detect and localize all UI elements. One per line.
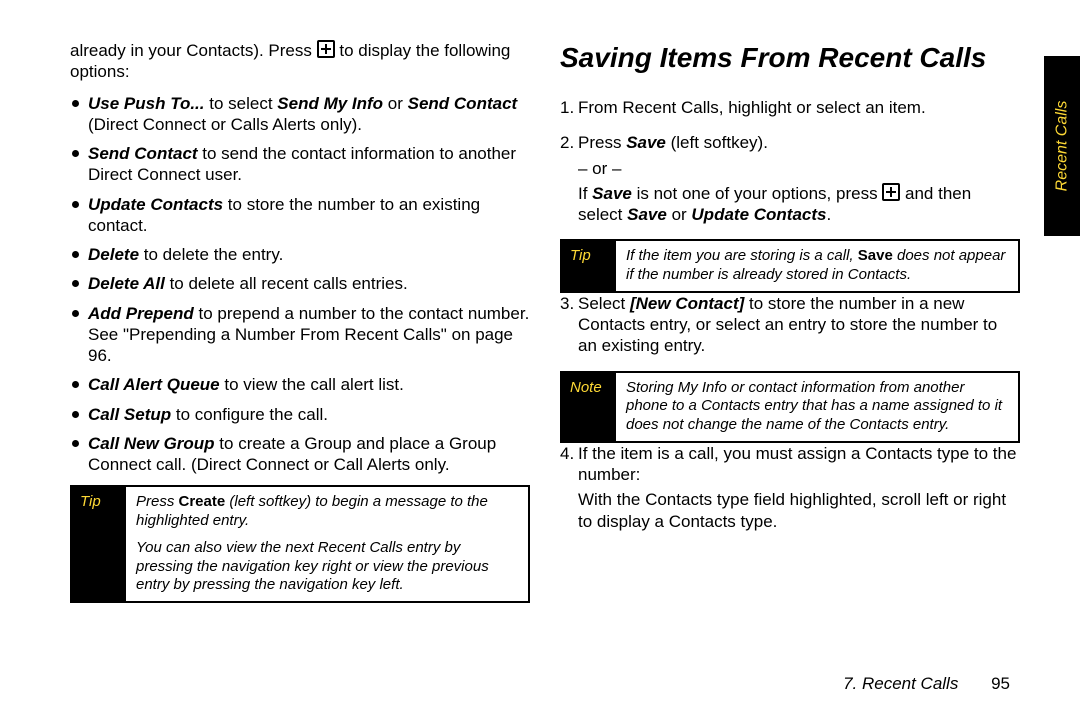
tip-tag: Tip: [72, 487, 126, 601]
option-term: Call New Group: [88, 434, 215, 453]
section-title: Saving Items From Recent Calls: [560, 40, 1020, 75]
txt: (left softkey).: [666, 133, 768, 152]
steps-list-cont: Select [New Contact] to store the number…: [560, 293, 1020, 357]
tip-tag: Tip: [562, 241, 616, 291]
option-text: or: [383, 94, 408, 113]
list-item: Update Contacts to store the number to a…: [88, 194, 530, 237]
menu-icon: [882, 183, 900, 201]
footer-page-number: 95: [991, 674, 1010, 693]
txt: is not one of your options, press: [632, 184, 882, 203]
note-box: Note Storing My Info or contact informat…: [560, 371, 1020, 443]
txt: Press: [578, 133, 626, 152]
tip-body: If the item you are storing is a call, S…: [616, 241, 1018, 291]
option-text: to configure the call.: [171, 405, 328, 424]
note-body: Storing My Info or contact information f…: [616, 373, 1018, 441]
option-text: to delete all recent calls entries.: [165, 274, 408, 293]
step-item: Press Save (left softkey). – or – If Sav…: [578, 132, 1020, 225]
content-columns: already in your Contacts). Press to disp…: [70, 40, 1020, 603]
option-text: to view the call alert list.: [220, 375, 404, 394]
list-item: Call Setup to configure the call.: [88, 404, 530, 425]
option-term: Send My Info: [277, 94, 383, 113]
tip-text: Press: [136, 493, 179, 510]
option-text: to select: [205, 94, 278, 113]
menu-icon: [317, 40, 335, 58]
bold: Save: [626, 133, 666, 152]
bold: Save: [592, 184, 632, 203]
option-term: Call Alert Queue: [88, 375, 220, 394]
txt: Select: [578, 294, 630, 313]
intro-text: already in your Contacts). Press to disp…: [70, 40, 530, 83]
step-text: If the item is a call, you must assign a…: [578, 444, 1016, 484]
tip-bold: Create: [179, 493, 226, 510]
list-item: Use Push To... to select Send My Info or…: [88, 93, 530, 136]
bold: [New Contact]: [630, 294, 744, 313]
option-term: Update Contacts: [88, 195, 223, 214]
step-text: With the Contacts type field highlighted…: [578, 489, 1020, 532]
side-tab-label: Recent Calls: [1052, 101, 1072, 192]
option-term: Send Contact: [408, 94, 518, 113]
option-term: Call Setup: [88, 405, 171, 424]
list-item: Send Contact to send the contact informa…: [88, 143, 530, 186]
tip-body: Press Create (left softkey) to begin a m…: [126, 487, 528, 601]
step-text: From Recent Calls, highlight or select a…: [578, 98, 926, 117]
left-column: already in your Contacts). Press to disp…: [70, 40, 530, 603]
option-text: to delete the entry.: [139, 245, 283, 264]
page: Recent Calls already in your Contacts). …: [0, 0, 1080, 720]
txt: .: [826, 205, 831, 224]
option-term: Add Prepend: [88, 304, 194, 323]
option-term: Send Contact: [88, 144, 198, 163]
tip-line: Press Create (left softkey) to begin a m…: [136, 493, 518, 531]
intro-prefix: already in your Contacts). Press: [70, 41, 317, 60]
steps-list: From Recent Calls, highlight or select a…: [560, 97, 1020, 225]
footer-chapter: 7. Recent Calls: [843, 674, 958, 693]
option-text: (Direct Connect or Calls Alerts only).: [88, 115, 362, 134]
option-term: Delete: [88, 245, 139, 264]
tip-box: Tip If the item you are storing is a cal…: [560, 239, 1020, 293]
list-item: Call New Group to create a Group and pla…: [88, 433, 530, 476]
txt: If: [578, 184, 592, 203]
side-tab-recent-calls: Recent Calls: [1044, 56, 1080, 236]
options-list: Use Push To... to select Send My Info or…: [70, 93, 530, 476]
tip-box: Tip Press Create (left softkey) to begin…: [70, 485, 530, 603]
right-column: Saving Items From Recent Calls From Rece…: [560, 40, 1020, 603]
txt: or: [667, 205, 692, 224]
option-term: Delete All: [88, 274, 165, 293]
step-text: Press Save (left softkey).: [578, 133, 768, 152]
bold: Update Contacts: [691, 205, 826, 224]
steps-list-cont2: If the item is a call, you must assign a…: [560, 443, 1020, 532]
tip-text: If the item you are storing is a call,: [626, 247, 858, 264]
note-line: Storing My Info or contact information f…: [626, 379, 1008, 435]
step-or: – or –: [578, 158, 1020, 179]
step-item: If the item is a call, you must assign a…: [578, 443, 1020, 532]
page-footer: 7. Recent Calls 95: [843, 673, 1010, 694]
bold: Save: [627, 205, 667, 224]
note-tag: Note: [562, 373, 616, 441]
step-text: If Save is not one of your options, pres…: [578, 183, 1020, 226]
tip-line: If the item you are storing is a call, S…: [626, 247, 1008, 285]
list-item: Call Alert Queue to view the call alert …: [88, 374, 530, 395]
step-item: From Recent Calls, highlight or select a…: [578, 97, 1020, 118]
step-item: Select [New Contact] to store the number…: [578, 293, 1020, 357]
tip-line: You can also view the next Recent Calls …: [136, 539, 518, 595]
option-term: Use Push To...: [88, 94, 205, 113]
list-item: Add Prepend to prepend a number to the c…: [88, 303, 530, 367]
tip-bold: Save: [858, 247, 893, 264]
list-item: Delete to delete the entry.: [88, 244, 530, 265]
list-item: Delete All to delete all recent calls en…: [88, 273, 530, 294]
